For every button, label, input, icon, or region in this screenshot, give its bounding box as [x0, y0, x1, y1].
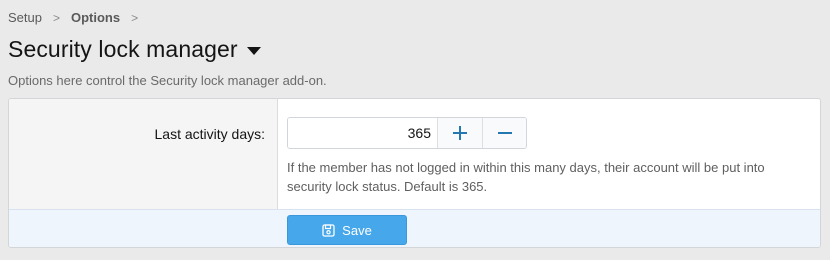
breadcrumb: Setup > Options >: [8, 10, 149, 25]
save-button-label: Save: [342, 222, 372, 238]
caret-down-icon[interactable]: [246, 47, 261, 55]
breadcrumb-options[interactable]: Options: [71, 10, 120, 25]
breadcrumb-separator: >: [52, 10, 60, 25]
last-activity-days-label: Last activity days:: [154, 126, 266, 142]
save-button[interactable]: Save: [287, 215, 407, 245]
field-hint: If the member has not logged in within t…: [287, 160, 765, 194]
options-page: Setup > Options > Security lock manager …: [0, 0, 830, 260]
breadcrumb-separator: >: [131, 10, 139, 25]
increment-button[interactable]: [438, 118, 482, 148]
decrement-button[interactable]: [482, 118, 526, 148]
last-activity-days-input[interactable]: [288, 118, 438, 148]
floppy-disk-icon: [322, 223, 335, 237]
options-form: Last activity days: If the member has no…: [8, 98, 821, 248]
page-title-menu[interactable]: Security lock manager: [8, 36, 261, 63]
form-footer: Save: [9, 209, 820, 247]
minus-icon: [497, 126, 512, 140]
breadcrumb-setup[interactable]: Setup: [8, 10, 42, 25]
page-description: Options here control the Security lock m…: [8, 73, 327, 88]
last-activity-days-stepper: [287, 117, 527, 149]
field-label-cell: Last activity days:: [9, 99, 278, 209]
plus-icon: [453, 126, 467, 140]
page-title: Security lock manager: [8, 36, 238, 62]
